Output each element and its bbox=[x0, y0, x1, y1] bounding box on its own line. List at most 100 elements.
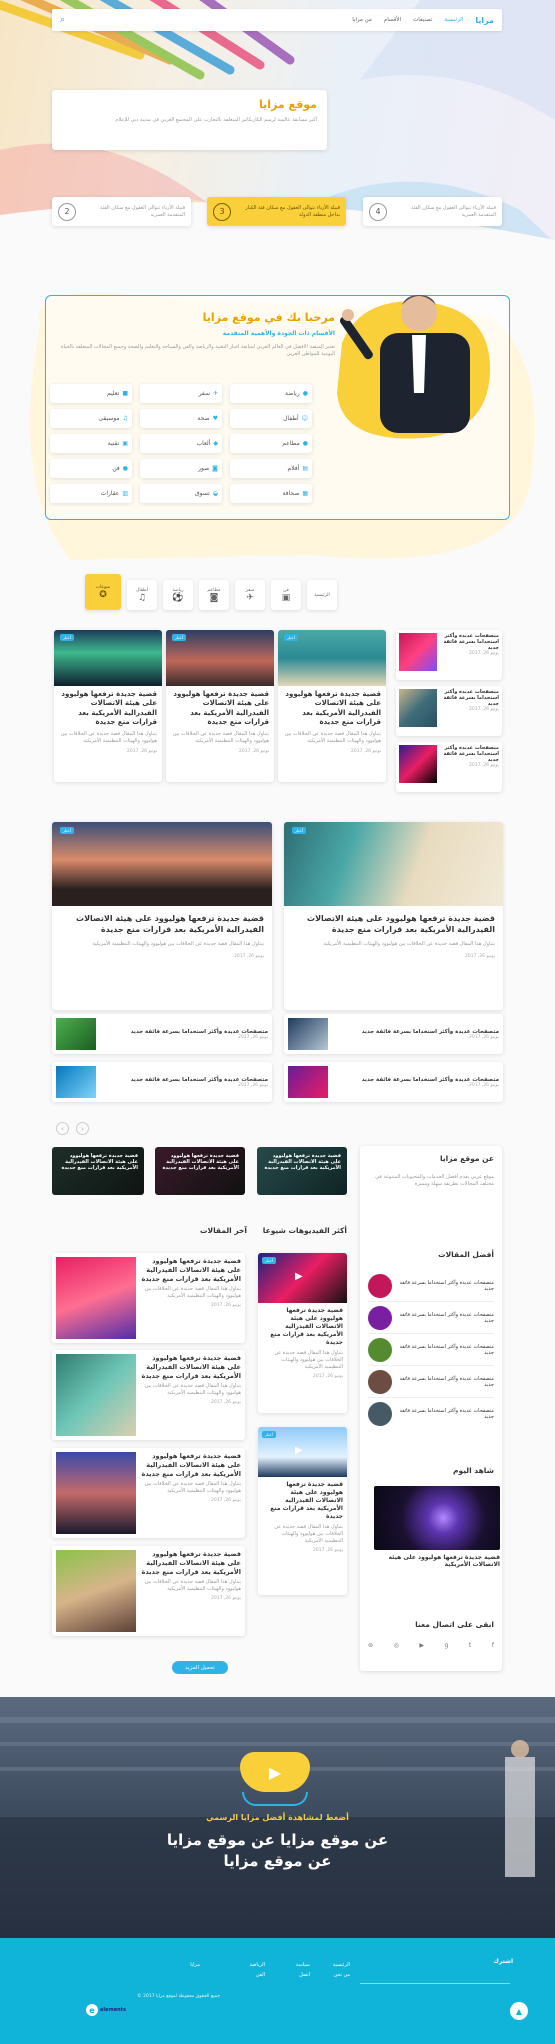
small-article-card[interactable]: متصفحات عديدة وأكثر استخداما بسرعة فائقة… bbox=[284, 1062, 503, 1102]
thumbnail bbox=[399, 745, 437, 783]
play-icon[interactable]: ▶ bbox=[295, 1271, 303, 1282]
category-item[interactable]: ♥ صحة bbox=[140, 409, 222, 428]
category-item[interactable]: ● فن bbox=[50, 459, 132, 478]
top-navbar: ⌕ الرئيسية تصنيفات الأقسام من مزايا مزاي… bbox=[52, 9, 502, 31]
step-card-4[interactable]: قبيلة الأزياء تتوالى العقول مع سكان الفئ… bbox=[363, 197, 502, 226]
thumbnail bbox=[399, 633, 437, 671]
thumbnail bbox=[288, 1018, 328, 1050]
thumbnail bbox=[368, 1337, 392, 1362]
play-icon: ▶ bbox=[268, 1762, 282, 1782]
latest-article[interactable]: قضية جديدة ترفعها هوليوود على هيئة الاتص… bbox=[52, 1448, 245, 1538]
latest-article[interactable]: قضية جديدة ترفعها هوليوود على هيئة الاتص… bbox=[52, 1253, 245, 1343]
nav-item-sections[interactable]: الأقسام bbox=[384, 17, 401, 23]
article-image bbox=[284, 822, 503, 906]
twitter-icon[interactable]: t bbox=[469, 1642, 471, 1649]
category-item[interactable]: ☺ أطفال bbox=[230, 409, 312, 428]
best-item[interactable]: متصفحات عديدة وأكثر استخداما بسرعة فائقة… bbox=[368, 1302, 494, 1334]
plane-icon: ✈ bbox=[212, 390, 218, 397]
tab-home[interactable]: الرئيسية bbox=[307, 580, 337, 610]
step-card-2[interactable]: قبيلة الأزياء تتوالى العقول مع سكان الفئ… bbox=[52, 197, 191, 226]
logo-e-icon: e bbox=[86, 2004, 98, 2016]
small-article-card[interactable]: متصفحات عديدة وأكثر استخداما بسرعة فائقة… bbox=[284, 1014, 503, 1054]
large-article-card[interactable]: أخبار قضية جديدة ترفعها هوليوود على هيئة… bbox=[52, 822, 272, 1010]
category-item[interactable]: ✈ سفر bbox=[140, 384, 222, 403]
video-card[interactable]: أخبار ▶ قضية جديدة ترفعها هوليوود على هي… bbox=[258, 1253, 347, 1413]
google-icon[interactable]: g bbox=[445, 1642, 449, 1649]
instagram-icon[interactable]: ◎ bbox=[394, 1642, 399, 1649]
banner-caption: أضغط لمشاهدة أفضل مزايا الرسمي bbox=[206, 1813, 349, 1822]
step-number: 3 bbox=[213, 202, 231, 221]
load-more-button[interactable]: تحميل المزيد bbox=[172, 1661, 228, 1674]
article-image bbox=[56, 1550, 136, 1632]
facebook-icon[interactable]: f bbox=[492, 1642, 494, 1649]
welcome-subtitle: الأقسام ذات الجودة والأهمية المتقدمة bbox=[222, 330, 335, 337]
briefcase-icon: ◙ bbox=[209, 592, 219, 603]
mini-article[interactable]: متصفحات عديدة وأكثر استخداما بسرعة فائقة… bbox=[396, 630, 502, 680]
youtube-icon[interactable]: ▶ bbox=[419, 1642, 424, 1649]
best-item[interactable]: متصفحات عديدة وأكثر استخداما بسرعة فائقة… bbox=[368, 1270, 494, 1302]
step-number: 4 bbox=[369, 202, 387, 221]
tab-kids[interactable]: أطفال ♫ bbox=[127, 580, 157, 610]
category-item[interactable]: ● مطاعم bbox=[230, 434, 312, 453]
best-item[interactable]: متصفحات عديدة وأكثر استخداما بسرعة فائقة… bbox=[368, 1334, 494, 1366]
category-item[interactable]: ● رياضة bbox=[230, 384, 312, 403]
category-item[interactable]: ◆ ألعاب bbox=[140, 434, 222, 453]
article-card[interactable]: أخبار قضية جديدة ترفعها هوليوود على هيئة… bbox=[54, 630, 162, 782]
category-item[interactable]: ▤ أفلام bbox=[230, 459, 312, 478]
subscribe-input[interactable] bbox=[360, 1974, 510, 1984]
small-article-card[interactable]: متصفحات عديدة وأكثر استخداما بسرعة فائقة… bbox=[52, 1014, 272, 1054]
best-item[interactable]: متصفحات عديدة وأكثر استخداما بسرعة فائقة… bbox=[368, 1398, 494, 1430]
today-caption: قضية جديدة ترفعها هوليوود على هيئة الاتص… bbox=[388, 1554, 500, 1568]
sidebar: عن موقع مزايا موقع عربي يقدم أفضل الخدما… bbox=[360, 1146, 502, 1671]
category-item[interactable]: ▦ صحافة bbox=[230, 484, 312, 503]
tab-art[interactable]: فن ▣ bbox=[271, 580, 301, 610]
music-icon: ♫ bbox=[122, 415, 128, 422]
tab-misc-active[interactable]: منوعات ✪ bbox=[85, 574, 121, 610]
nav-item-about[interactable]: من مزايا bbox=[352, 17, 372, 23]
tab-restaurants[interactable]: مطاعم ◙ bbox=[199, 580, 229, 610]
latest-article[interactable]: قضية جديدة ترفعها هوليوود على هيئة الاتص… bbox=[52, 1546, 245, 1636]
search-icon[interactable]: ⌕ bbox=[60, 15, 65, 25]
news-icon: ▦ bbox=[302, 490, 308, 497]
category-item[interactable]: ◒ تسوق bbox=[140, 484, 222, 503]
about-text: موقع عربي يقدم أفضل الخدمات والمحتويات ا… bbox=[375, 1174, 494, 1187]
mini-article[interactable]: متصفحات عديدة وأكثر استخداما بسرعة فائقة… bbox=[396, 742, 502, 792]
category-item[interactable]: ◙ صور bbox=[140, 459, 222, 478]
latest-article[interactable]: قضية جديدة ترفعها هوليوود على هيئة الاتص… bbox=[52, 1350, 245, 1440]
slide-card[interactable]: قضية جديدة ترفعها هوليوود على هيئة الاتص… bbox=[257, 1147, 347, 1195]
rss-icon[interactable]: ⊚ bbox=[368, 1642, 373, 1649]
category-item[interactable]: ■ تعليم bbox=[50, 384, 132, 403]
next-arrow[interactable]: › bbox=[76, 1122, 89, 1135]
best-item[interactable]: متصفحات عديدة وأكثر استخداما بسرعة فائقة… bbox=[368, 1366, 494, 1398]
step-card-3[interactable]: قبيلة الأزياء تتوالى العقول مع سكان فئة … bbox=[207, 197, 346, 226]
article-image bbox=[52, 822, 272, 906]
star-icon: ✪ bbox=[99, 589, 107, 600]
video-card[interactable]: أخبار ▶ قضية جديدة ترفعها هوليوود على هي… bbox=[258, 1427, 347, 1595]
tab-sports[interactable]: رياضة ⚽ bbox=[163, 580, 193, 610]
slide-card[interactable]: قضية جديدة ترفعها هوليوود على هيئة الاتص… bbox=[52, 1147, 144, 1195]
large-article-card[interactable]: أخبار قضية جديدة ترفعها هوليوود على هيئة… bbox=[284, 822, 503, 1010]
nav-item-categories[interactable]: تصنيفات bbox=[413, 17, 432, 23]
tab-travel[interactable]: سفر ✈ bbox=[235, 580, 265, 610]
category-item[interactable]: ♫ موسيقى bbox=[50, 409, 132, 428]
category-item[interactable]: ▥ عقارات bbox=[50, 484, 132, 503]
mini-article[interactable]: متصفحات عديدة وأكثر استخداما بسرعة فائقة… bbox=[396, 686, 502, 736]
nav-item-home[interactable]: الرئيسية bbox=[444, 17, 463, 23]
play-icon[interactable]: ▶ bbox=[295, 1445, 303, 1456]
prev-arrow[interactable]: ‹ bbox=[56, 1122, 69, 1135]
category-item[interactable]: ▣ تقنية bbox=[50, 434, 132, 453]
person-photo bbox=[322, 273, 502, 453]
today-image[interactable] bbox=[374, 1486, 500, 1550]
slide-card[interactable]: قضية جديدة ترفعها هوليوود على هيئة الاتص… bbox=[155, 1147, 245, 1195]
play-button[interactable]: ▶ bbox=[240, 1752, 310, 1792]
small-article-card[interactable]: متصفحات عديدة وأكثر استخداما بسرعة فائقة… bbox=[52, 1062, 272, 1102]
play-button-base bbox=[242, 1792, 308, 1806]
article-card[interactable]: أخبار قضية جديدة ترفعها هوليوود على هيئة… bbox=[278, 630, 386, 782]
ball-icon: ⚽ bbox=[172, 592, 184, 603]
site-logo[interactable]: مزايا bbox=[475, 16, 494, 25]
scroll-top-button[interactable]: ▲ bbox=[510, 2002, 528, 2020]
article-card[interactable]: أخبار قضية جديدة ترفعها هوليوود على هيئة… bbox=[166, 630, 274, 782]
hero-text: أكبر مسابقة عالمية لرسم الكاريكاتير المت… bbox=[115, 117, 317, 123]
building-icon: ▥ bbox=[122, 490, 128, 497]
footer-copyright: جميع الحقوق محفوظة لموقع مزايا 2017 © bbox=[137, 1994, 220, 1999]
